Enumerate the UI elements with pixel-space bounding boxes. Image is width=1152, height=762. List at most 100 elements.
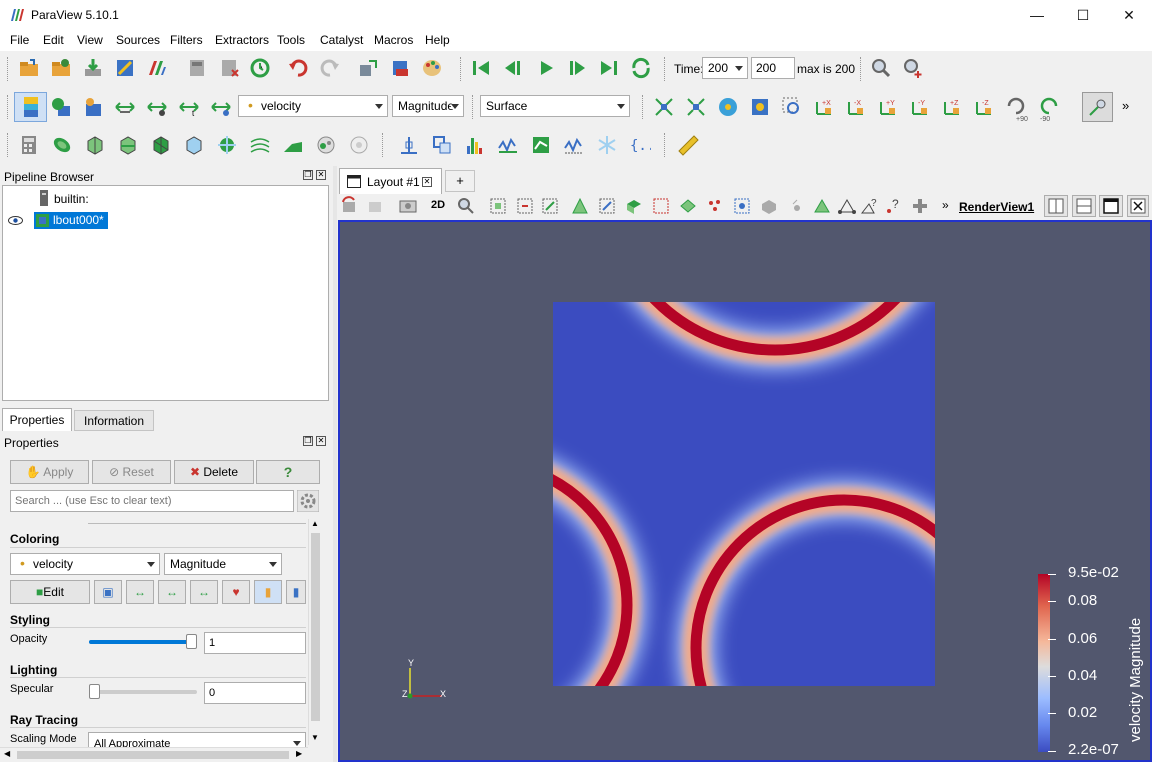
recent-files-icon[interactable]	[50, 57, 72, 79]
glyph-icon[interactable]	[216, 134, 238, 156]
vscroll-thumb[interactable]	[311, 533, 320, 721]
float-icon[interactable]: ❐	[303, 436, 313, 446]
slice-icon[interactable]	[117, 134, 139, 156]
save-state-icon[interactable]	[114, 57, 136, 79]
select-colormap-button[interactable]: ▮	[286, 580, 306, 604]
toolbar-grip[interactable]	[472, 95, 475, 119]
toolbar-overflow-icon[interactable]: »	[942, 198, 949, 212]
close-panel-icon[interactable]: ✕	[316, 170, 326, 180]
scroll-right-icon[interactable]: ▶	[296, 749, 302, 758]
toolbar-grip[interactable]	[664, 133, 667, 157]
plot-over-time-icon[interactable]	[563, 134, 585, 156]
apply-button[interactable]: ✋ Apply	[10, 460, 89, 484]
hover-cells-icon[interactable]	[812, 196, 832, 216]
zoom-to-data-icon[interactable]	[717, 96, 739, 118]
auto-apply-icon[interactable]	[249, 57, 271, 79]
visibility-eye-icon[interactable]	[8, 216, 23, 225]
toolbar-grip[interactable]	[642, 95, 645, 119]
menu-sources[interactable]: Sources	[116, 33, 160, 47]
add-layout-button[interactable]: +	[445, 170, 475, 192]
toolbar-grip[interactable]	[382, 133, 385, 157]
interactive-select-points-icon[interactable]	[597, 196, 617, 216]
next-frame-icon[interactable]	[566, 57, 588, 79]
rescale-visible-button[interactable]: ♥	[222, 580, 250, 604]
clear-selection-icon[interactable]	[759, 196, 779, 216]
toolbar-grip[interactable]	[7, 95, 10, 119]
rescale-visible-icon[interactable]	[210, 96, 232, 118]
mode-2d-toggle[interactable]: 2D	[431, 199, 445, 211]
color-legend-toggle[interactable]	[14, 92, 47, 122]
view-minus-x-icon[interactable]: -X	[845, 96, 867, 118]
plot-selection-icon[interactable]	[530, 134, 552, 156]
save-screenshot-icon[interactable]	[146, 57, 168, 79]
histogram-icon[interactable]	[464, 134, 486, 156]
time-index-spinbox[interactable]: 200	[751, 57, 795, 79]
toolbar-grip[interactable]	[860, 57, 863, 81]
opacity-slider[interactable]	[89, 634, 197, 649]
color-component-combo[interactable]: Magnitude	[392, 95, 464, 117]
show-legend-button[interactable]: ▮	[254, 580, 282, 604]
loop-icon[interactable]	[630, 57, 652, 79]
hover-cell-info-icon[interactable]: ?	[859, 196, 879, 216]
find-data-icon[interactable]	[870, 57, 892, 79]
python-shell-icon[interactable]: {..}	[629, 134, 651, 156]
pipeline-item-builtin[interactable]: builtin:	[54, 192, 89, 206]
reset-camera-closest-icon[interactable]	[685, 96, 707, 118]
scroll-down-icon[interactable]: ▼	[311, 733, 319, 742]
zoom-fit-icon[interactable]	[456, 196, 476, 216]
rescale-temporal-button[interactable]: ↔	[190, 580, 218, 604]
menu-extractors[interactable]: Extractors	[215, 33, 269, 47]
color-array-combo[interactable]: • velocity	[238, 95, 388, 117]
properties-hscrollbar[interactable]: ◀ ▶	[0, 747, 308, 761]
previous-frame-icon[interactable]	[502, 57, 524, 79]
view-minus-y-icon[interactable]: -Y	[909, 96, 931, 118]
toolbar-grip[interactable]	[664, 57, 667, 81]
rescale-temporal-icon[interactable]: t	[178, 96, 200, 118]
menu-filters[interactable]: Filters	[170, 33, 203, 47]
select-polygon-icon[interactable]	[651, 196, 671, 216]
minimize-button[interactable]: —	[1014, 0, 1060, 31]
shrink-selection-icon[interactable]	[705, 196, 725, 216]
first-frame-icon[interactable]	[470, 57, 492, 79]
extract-subset-icon[interactable]	[183, 134, 205, 156]
rotate-minus-90-icon[interactable]: -90	[1036, 94, 1062, 122]
toolbar-grip[interactable]	[7, 57, 10, 81]
calculator-icon[interactable]	[18, 134, 40, 156]
undo-icon[interactable]	[287, 57, 309, 79]
close-panel-icon[interactable]: ✕	[316, 436, 326, 446]
edit-labels-icon[interactable]	[837, 196, 857, 216]
opacity-field[interactable]: 1	[204, 632, 306, 654]
maximize-button[interactable]: ☐	[1060, 0, 1106, 31]
float-icon[interactable]: ❐	[303, 170, 313, 180]
view-plus-y-icon[interactable]: +Y	[877, 96, 899, 118]
representation-combo[interactable]: Surface	[480, 95, 630, 117]
tab-properties[interactable]: Properties	[2, 408, 72, 431]
hscroll-thumb[interactable]	[17, 751, 289, 759]
threshold-icon[interactable]	[150, 134, 172, 156]
query-icon[interactable]	[902, 57, 924, 79]
disconnect-icon[interactable]	[218, 57, 240, 79]
specular-slider-handle[interactable]	[89, 684, 100, 699]
menu-tools[interactable]: Tools	[277, 33, 305, 47]
coloring-array-combo[interactable]: • velocity	[10, 553, 160, 575]
probe-line-icon[interactable]	[398, 134, 420, 156]
scroll-left-icon[interactable]: ◀	[4, 749, 10, 758]
play-icon[interactable]	[535, 57, 557, 79]
help-button[interactable]: ?	[256, 460, 320, 484]
open-file-icon[interactable]	[18, 57, 40, 79]
select-points-polygon-icon[interactable]	[732, 196, 752, 216]
menu-catalyst[interactable]: Catalyst	[320, 33, 363, 47]
python-view-icon[interactable]	[596, 134, 618, 156]
last-frame-icon[interactable]	[598, 57, 620, 79]
menu-view[interactable]: View	[77, 33, 103, 47]
reset-button[interactable]: ⊘ Reset	[92, 460, 171, 484]
palette-icon[interactable]	[421, 57, 443, 79]
close-button[interactable]: ✕	[1106, 0, 1152, 31]
screenshot-icon[interactable]	[398, 196, 418, 216]
connect-icon[interactable]	[186, 57, 208, 79]
hover-points-icon[interactable]	[787, 196, 807, 216]
toolbar-overflow-icon[interactable]: »	[1122, 98, 1129, 113]
zoom-to-box-icon[interactable]	[781, 96, 803, 118]
maximize-view-icon[interactable]	[1099, 195, 1123, 217]
simulation-surface[interactable]	[553, 302, 935, 686]
